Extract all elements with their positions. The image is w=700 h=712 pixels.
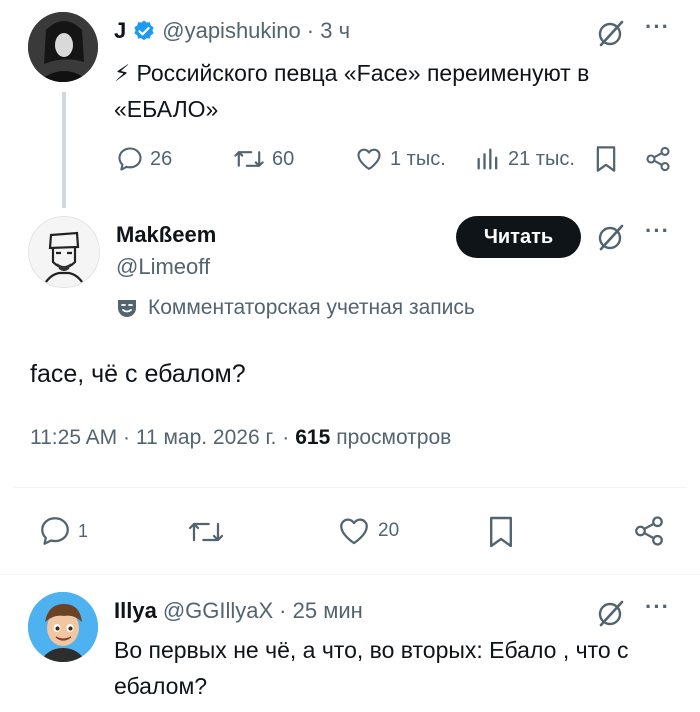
follow-button[interactable]: Читать xyxy=(456,216,581,258)
avatar-drawing-icon xyxy=(29,217,99,287)
tweet2-handle[interactable]: @Limeoff xyxy=(116,254,210,280)
retweet-icon[interactable] xyxy=(186,516,226,548)
reply-icon xyxy=(41,517,69,545)
tweet1-author-name[interactable]: J xyxy=(114,18,126,44)
like-button[interactable]: 1 тыс. xyxy=(354,145,446,173)
verified-badge-icon xyxy=(134,20,154,41)
like-button[interactable]: 20 xyxy=(336,514,399,548)
divider xyxy=(14,487,686,488)
tweet2-body: face, чё с ебалом? xyxy=(30,360,246,388)
like-count: 1 тыс. xyxy=(390,147,446,170)
tweet2-views-label: просмотров xyxy=(336,426,452,449)
views-chart-icon xyxy=(477,148,498,170)
reply-count: 1 xyxy=(78,520,89,541)
retweet-count: 60 xyxy=(272,147,295,170)
theater-mask-icon xyxy=(118,300,136,317)
heart-icon xyxy=(340,518,368,545)
reply-button[interactable]: 26 xyxy=(116,145,172,173)
more-options-icon[interactable]: ··· xyxy=(645,14,670,40)
tweet3-header: Illya @GGIllyaX · 25 мин xyxy=(114,598,363,624)
share-icon[interactable] xyxy=(632,514,666,548)
tweet1-time[interactable]: · 3 ч xyxy=(307,18,350,44)
retweet-icon xyxy=(234,151,264,167)
heart-icon xyxy=(357,148,381,170)
avatar-cartoon-icon xyxy=(28,592,98,662)
tweet3-body: Во первых не чё, а что, во вторых: Ебало… xyxy=(114,637,629,699)
avatar-illya[interactable] xyxy=(28,592,98,662)
views-button[interactable]: 21 тыс. xyxy=(474,145,575,173)
tweet3-handle[interactable]: @GGIllyaX xyxy=(163,598,273,624)
avatar-makbeem[interactable] xyxy=(28,216,100,288)
bookmark-icon[interactable] xyxy=(487,515,515,549)
tweet1-handle[interactable]: @yapishukino xyxy=(162,18,301,44)
tweet1-body: ⚡ Российского певца «Face» переименуют в… xyxy=(114,60,590,122)
reply-button[interactable]: 1 xyxy=(38,514,88,548)
tweet3-author-name[interactable]: Illya xyxy=(114,598,157,624)
like-count: 20 xyxy=(378,520,400,541)
community-label-text: Комментаторская учетная запись xyxy=(148,296,475,319)
community-label: Комментаторская учетная запись xyxy=(116,296,475,320)
more-options-icon[interactable]: ··· xyxy=(645,218,670,244)
views-count: 21 тыс. xyxy=(508,147,575,170)
tweet1-header: J @yapishukino · 3 ч xyxy=(114,18,350,44)
tweet2-views-count: 615 xyxy=(295,426,331,449)
divider xyxy=(0,574,700,575)
tweet3-time[interactable]: · 25 мин xyxy=(279,598,363,624)
tweet2-author-name[interactable]: Makßeem xyxy=(116,222,216,248)
grok-icon[interactable] xyxy=(596,18,626,48)
reply-count: 26 xyxy=(150,147,173,170)
tweet2-timestamp[interactable]: 11:25 AM · 11 мар. 2026 г. · xyxy=(30,426,289,450)
grok-icon[interactable] xyxy=(596,598,626,628)
retweet-button[interactable]: 60 xyxy=(232,145,294,173)
grok-icon[interactable] xyxy=(596,222,626,252)
thread-connector-line xyxy=(62,92,66,208)
avatar-photo-icon xyxy=(28,12,98,82)
more-options-icon[interactable]: ··· xyxy=(645,594,670,620)
bookmark-icon[interactable] xyxy=(593,145,619,173)
avatar-j[interactable] xyxy=(28,12,98,82)
reply-icon xyxy=(118,147,142,171)
tweet2-meta: 11:25 AM · 11 мар. 2026 г. · 615 просмот… xyxy=(30,426,451,450)
share-icon[interactable] xyxy=(644,145,672,173)
